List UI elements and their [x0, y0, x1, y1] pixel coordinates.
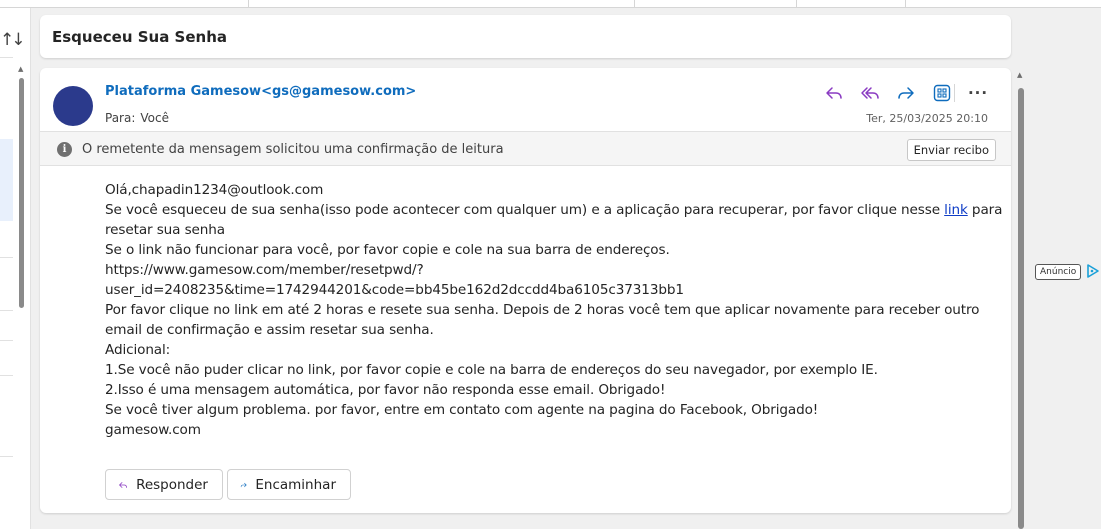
body-signature: gamesow.com	[105, 422, 201, 438]
body-paragraph-3-cont: email de confirmação e assim resetar sua…	[105, 322, 434, 338]
list-divider	[0, 456, 13, 457]
email-subject: Esqueceu Sua Senha	[52, 28, 228, 46]
body-paragraph-2: Se o link não funcionar para você, por f…	[105, 242, 670, 258]
body-note-1: 1.Se você não puder clicar no link, por …	[105, 362, 878, 378]
body-paragraph-3: Por favor clique no link em até 2 horas …	[105, 302, 980, 318]
forward-bottom-label: Encaminhar	[255, 476, 336, 493]
message-list-pane: ↑↓ ▲	[0, 8, 31, 529]
top-toolbar	[0, 0, 1101, 8]
reply-bottom-button[interactable]: Responder	[105, 469, 223, 500]
toolbar-divider	[634, 0, 635, 7]
reading-pane-scrollbar[interactable]	[1018, 88, 1024, 529]
reset-link[interactable]: link	[944, 202, 968, 218]
forward-bottom-button[interactable]: Encaminhar	[227, 469, 351, 500]
to-value[interactable]: Você	[140, 111, 169, 125]
body-note-2: 2.Isso é uma mensagem automática, por fa…	[105, 382, 666, 398]
list-divider	[0, 257, 13, 258]
read-receipt-bar: i O remetente da mensagem solicitou uma …	[40, 131, 1011, 166]
list-scrollbar[interactable]	[19, 78, 24, 308]
body-note-3: Se você tiver algum problema. por favor,…	[105, 402, 819, 418]
body-url-line-2: user_id=2408235&time=1742944201&code=bb4…	[105, 282, 684, 298]
send-receipt-button[interactable]: Enviar recibo	[906, 139, 996, 161]
toolbar-divider	[796, 0, 797, 7]
sender-name[interactable]: Plataforma Gamesow<gs@gamesow.com>	[105, 84, 416, 99]
actions-divider	[954, 84, 955, 102]
ad-label[interactable]: Anúncio	[1035, 264, 1082, 280]
to-label: Para:	[105, 111, 136, 125]
body-paragraph-1-cont: resetar sua senha	[105, 222, 225, 238]
apps-button[interactable]	[929, 82, 955, 104]
adchoices-icon[interactable]	[1085, 263, 1101, 279]
toolbar-divider	[905, 0, 906, 7]
scroll-up-arrow-icon[interactable]: ▲	[1017, 71, 1022, 79]
info-icon: i	[57, 142, 72, 157]
reply-button[interactable]	[821, 82, 847, 104]
list-divider	[0, 57, 13, 58]
forward-icon	[898, 87, 914, 99]
forward-button[interactable]	[893, 82, 919, 104]
message-body: Olá,chapadin1234@outlook.com Se você esq…	[105, 180, 1002, 440]
body-url-line-1: https://www.gamesow.com/member/resetpwd/…	[105, 262, 424, 278]
body-text: para	[967, 202, 1003, 218]
list-item-selected[interactable]	[0, 139, 13, 221]
subject-card: Esqueceu Sua Senha	[40, 15, 1011, 58]
apps-icon	[933, 84, 951, 102]
sort-icon[interactable]: ↑↓	[0, 30, 25, 50]
reply-bottom-label: Responder	[136, 476, 208, 493]
message-actions: ···	[821, 82, 997, 104]
body-greeting: Olá,chapadin1234@outlook.com	[105, 182, 324, 198]
reply-all-button[interactable]	[857, 82, 883, 104]
body-text: Se você esqueceu de sua senha(isso pode …	[105, 202, 945, 218]
sender-avatar[interactable]	[53, 86, 93, 126]
list-divider	[0, 310, 13, 311]
list-divider	[0, 340, 13, 341]
body-additional-heading: Adicional:	[105, 342, 171, 358]
forward-icon	[240, 482, 247, 487]
body-paragraph-1: Se você esqueceu de sua senha(isso pode …	[105, 200, 1002, 220]
read-receipt-text: O remetente da mensagem solicitou uma co…	[82, 142, 504, 157]
message-card: Plataforma Gamesow<gs@gamesow.com> Para:…	[40, 68, 1011, 513]
recipient-row: Para: Você	[105, 111, 169, 125]
toolbar-divider	[248, 0, 249, 7]
reply-all-icon	[861, 87, 879, 99]
reply-icon	[119, 481, 127, 488]
scroll-up-arrow-icon[interactable]: ▲	[18, 65, 23, 73]
message-date: Ter, 25/03/2025 20:10	[866, 112, 988, 125]
reply-icon	[826, 87, 842, 99]
more-icon: ···	[967, 84, 989, 102]
more-actions-button[interactable]: ···	[965, 82, 991, 104]
list-divider	[0, 375, 13, 376]
